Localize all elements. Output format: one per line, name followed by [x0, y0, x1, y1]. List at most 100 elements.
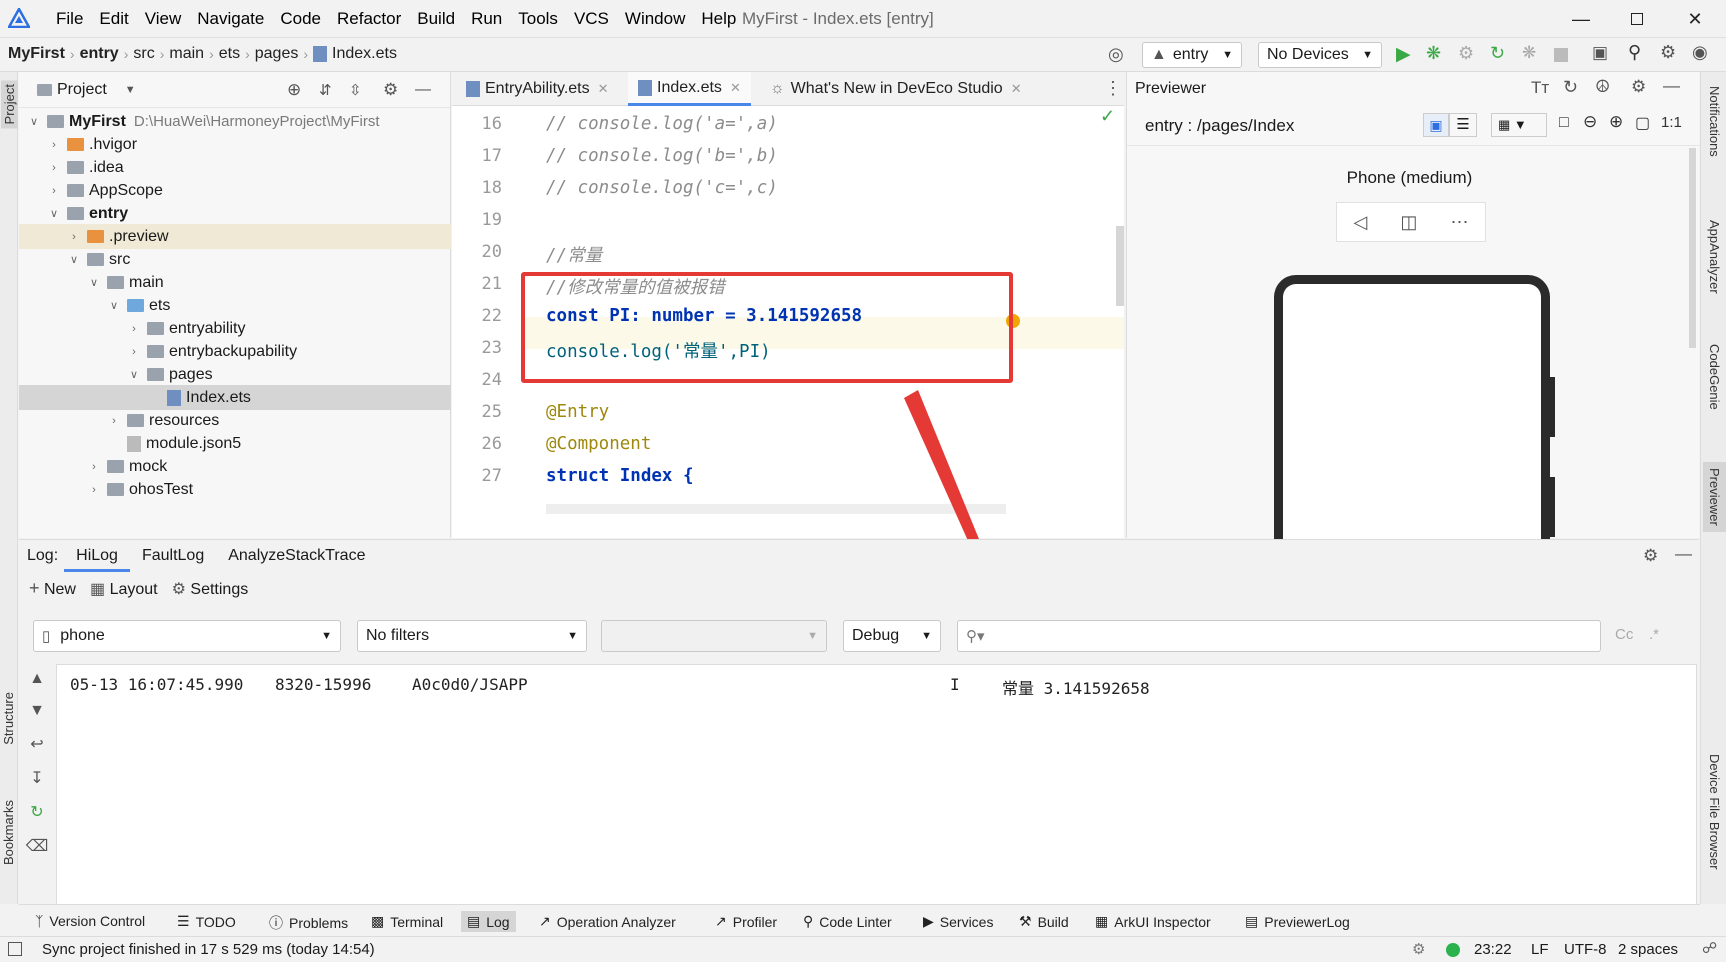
profiler-button[interactable]: ↗ Profiler	[715, 913, 777, 930]
layers-icon[interactable]: ☰	[1449, 113, 1477, 137]
gear-icon[interactable]: ⚙	[1631, 77, 1646, 97]
scroll-to-end-icon[interactable]: ↧	[30, 768, 43, 788]
file-encoding[interactable]: UTF-8	[1564, 941, 1607, 958]
log-level-select[interactable]: Debug ▼	[843, 620, 941, 652]
status-bar: Sync project finished in 17 s 529 ms (to…	[0, 936, 1726, 962]
refresh-icon[interactable]: ↻	[1563, 77, 1578, 98]
previewer-device-name: Phone (medium)	[1346, 168, 1473, 187]
chevron-down-icon: ▼	[921, 630, 932, 642]
gear-icon[interactable]: ⚙	[1643, 546, 1658, 566]
codegenie-tool-tab[interactable]: CodeGenie	[1707, 344, 1722, 410]
problems-icon: ⓘ	[269, 915, 283, 931]
log-side-toolbar: ▲ ▼ ↩ ↧ ↻ ⌫	[25, 670, 49, 856]
log-message: 常量 3.141592658	[1002, 679, 1150, 698]
regex-icon[interactable]: .*	[1649, 626, 1659, 643]
linter-icon: ⚲	[803, 913, 814, 929]
profiler-icon: ↗	[715, 913, 727, 929]
plugin-icon[interactable]: ☮	[1595, 77, 1610, 97]
settings-button[interactable]: ⚙ Settings	[172, 579, 249, 599]
status-message: Sync project finished in 17 s 529 ms (to…	[42, 941, 375, 958]
fit-icon[interactable]: ▢	[1635, 113, 1650, 133]
arkui-inspector-button[interactable]: ▦ ArkUI Inspector	[1095, 913, 1211, 930]
crop-icon[interactable]: □	[1559, 114, 1569, 132]
log-icon: ▤	[1245, 913, 1259, 929]
terminal-button[interactable]: ▩ Terminal	[371, 913, 443, 930]
gear-icon: ⚙	[171, 580, 186, 598]
phone-side-button	[1550, 377, 1555, 437]
previewer-path: entry : /pages/Index	[1145, 116, 1295, 135]
previewer-tool-tab[interactable]: Previewer	[1703, 462, 1726, 532]
previewer-log-button[interactable]: ▤ PreviewerLog	[1245, 913, 1350, 930]
layout-toggle-icon[interactable]	[8, 942, 22, 956]
log-panel: Log: HiLog FaultLog AnalyzeStackTrace ⚙ …	[19, 539, 1699, 905]
previewer-device-controls: ◁ ◫ ⋯	[1336, 202, 1486, 242]
device-filter-value: phone	[60, 627, 105, 644]
log-level: I	[950, 675, 960, 694]
zoom-in-icon[interactable]: ⊕	[1609, 112, 1623, 132]
services-icon: ▶	[923, 913, 934, 929]
version-control-button[interactable]: ᛉ Version Control	[35, 913, 145, 929]
filter-select[interactable]: No filters ▼	[357, 620, 587, 652]
problems-button[interactable]: ⓘ Problems	[269, 913, 348, 933]
plus-icon: +	[29, 578, 40, 598]
multi-device-select[interactable]: ▦ ▼	[1491, 113, 1547, 137]
rotate-icon[interactable]: ◫	[1400, 212, 1417, 233]
build-button[interactable]: ⚒ Build	[1019, 913, 1069, 930]
device-filter-select[interactable]: ▯ phone ▼	[33, 620, 341, 652]
operation-analyzer-button[interactable]: ↗ Operation Analyzer	[539, 913, 676, 930]
zoom-out-icon[interactable]: ⊖	[1583, 112, 1597, 132]
terminal-icon: ▩	[371, 913, 385, 929]
log-search-input[interactable]: ⚲▾	[957, 620, 1601, 652]
tab-analyzestacktrace[interactable]: AnalyzeStackTrace	[216, 547, 377, 565]
phone-frame	[1274, 275, 1550, 545]
match-case-icon[interactable]: Cc	[1615, 626, 1633, 643]
trash-icon[interactable]: ⌫	[26, 836, 49, 856]
appanalyzer-tool-tab[interactable]: AppAnalyzer	[1707, 220, 1722, 294]
right-tool-strip: Notifications AppAnalyzer CodeGenie Prev…	[1700, 72, 1726, 904]
restart-icon[interactable]: ↻	[30, 802, 43, 822]
log-actions: + New ▦ Layout ⚙ Settings	[29, 578, 248, 599]
search-icon: ⚲▾	[966, 628, 985, 645]
log-level-value: Debug	[852, 627, 900, 644]
scroll-down-icon[interactable]: ▼	[29, 702, 45, 720]
new-button[interactable]: + New	[29, 578, 76, 599]
more-icon[interactable]: ⋯	[1450, 212, 1468, 233]
phone-side-button	[1550, 477, 1555, 537]
notifications-tool-tab[interactable]: Notifications	[1707, 86, 1722, 157]
inspector-icon[interactable]: ▣	[1423, 113, 1449, 137]
lock-icon[interactable]: ☍	[1702, 939, 1717, 957]
actual-size-icon[interactable]: 1:1	[1661, 114, 1682, 131]
todo-button[interactable]: ☰ TODO	[177, 913, 236, 930]
code-linter-button[interactable]: ⚲ Code Linter	[803, 913, 892, 930]
process-select[interactable]: ▼	[601, 620, 827, 652]
log-button[interactable]: ▤ Log	[461, 911, 516, 932]
chart-icon: ↗	[539, 913, 551, 929]
log-date: 05-13 16:07:45.990	[70, 675, 244, 694]
line-separator[interactable]: LF	[1531, 941, 1549, 958]
indent-setting[interactable]: 2 spaces	[1618, 941, 1678, 958]
previewer-scrollbar[interactable]	[1689, 148, 1696, 348]
hide-panel-icon[interactable]: —	[1675, 544, 1692, 564]
log-tag: A0c0d0/JSAPP	[412, 675, 528, 694]
chevron-down-icon: ▼	[321, 630, 332, 642]
layout-button[interactable]: ▦ Layout	[90, 579, 158, 599]
scroll-up-icon[interactable]: ▲	[29, 670, 45, 688]
tab-faultlog[interactable]: FaultLog	[130, 547, 216, 565]
device-file-browser-tool-tab[interactable]: Device File Browser	[1707, 754, 1722, 870]
back-icon[interactable]: ◁	[1354, 212, 1368, 233]
soft-wrap-icon[interactable]: ↩	[30, 734, 43, 754]
chevron-down-icon: ▼	[807, 630, 818, 642]
previewer-panel: Previewer Tᴛ ↻ ☮ ⚙ — entry : /pages/Inde…	[1126, 72, 1700, 545]
previewer-toolbar: entry : /pages/Index ▣ ☰ ▦ ▼ □ ⊖ ⊕ ▢ 1:1	[1127, 106, 1700, 146]
caret-position[interactable]: 23:22	[1474, 941, 1512, 958]
no-sync-icon[interactable]: ⚙	[1412, 940, 1425, 958]
status-indicator-icon[interactable]	[1446, 943, 1460, 957]
tool-windows-bar: ᛉ Version Control ☰ TODO ⓘ Problems ▩ Termin…	[19, 904, 1700, 936]
services-button[interactable]: ▶ Services	[923, 913, 993, 930]
font-size-icon[interactable]: Tᴛ	[1531, 78, 1549, 98]
inspector-icon: ▦	[1095, 913, 1109, 929]
log-output[interactable]: 05-13 16:07:45.990 8320-15996 A0c0d0/JSA…	[56, 664, 1697, 905]
tab-hilog[interactable]: HiLog	[64, 541, 130, 572]
hide-panel-icon[interactable]: —	[1663, 76, 1680, 96]
log-label: Log:	[27, 547, 59, 564]
